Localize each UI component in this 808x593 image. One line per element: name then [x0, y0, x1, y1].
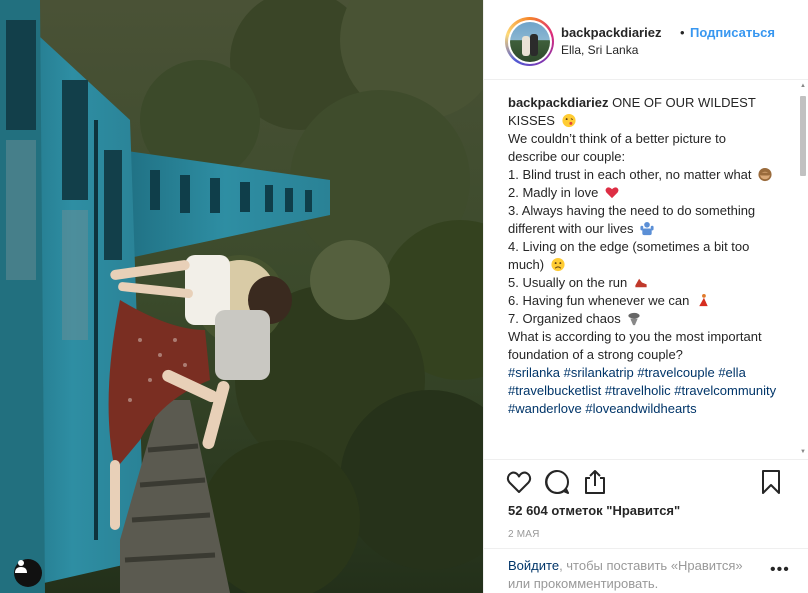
scroll-up-arrow-icon[interactable]: ▲: [800, 82, 806, 90]
avatar[interactable]: [505, 17, 554, 66]
likes-count[interactable]: 52 604 отметок "Нравится": [508, 503, 680, 518]
divider: [484, 459, 808, 460]
caption-line: 4. Living on the edge (sometimes a bit t…: [508, 238, 778, 274]
caption-line: 2. Madly in love: [508, 184, 778, 202]
hashtag-link[interactable]: #wanderlove: [508, 401, 582, 416]
username-link[interactable]: backpackdiariez: [561, 25, 661, 40]
red-heart-icon: [605, 187, 619, 199]
avatar-figure-right: [529, 33, 538, 56]
scroll-down-arrow-icon[interactable]: ▼: [800, 448, 806, 456]
hashtag-link[interactable]: #srilankatrip: [564, 365, 634, 380]
follow-button[interactable]: Подписаться: [690, 25, 775, 40]
location-link[interactable]: Ella, Sri Lanka: [561, 43, 638, 57]
dancer-icon: [699, 293, 708, 307]
login-link[interactable]: Войдите: [508, 558, 559, 573]
post-header: backpackdiariez • Подписаться Ella, Sri …: [484, 0, 808, 80]
kissing-face-icon: [562, 113, 576, 128]
hashtags: #srilanka #srilankatrip #travelcouple #e…: [508, 364, 778, 418]
tornado-cloud-icon: [628, 312, 640, 326]
hashtag-link[interactable]: #travelbucketlist: [508, 383, 601, 398]
caption-text: 2. Madly in love: [508, 185, 602, 200]
login-prompt: Войдите, чтобы поставить «Нравится» или …: [508, 557, 764, 593]
caption-line: backpackdiariez ONE OF OUR WILDEST KISSE…: [508, 94, 778, 130]
share-icon: [585, 470, 605, 494]
see-no-evil-monkey-icon: [758, 167, 772, 182]
photo-illustration: [0, 0, 483, 593]
hashtag-link[interactable]: #srilanka: [508, 365, 560, 380]
caption-text: 6. Having fun whenever we can: [508, 293, 693, 308]
tagged-users-button[interactable]: [14, 559, 42, 587]
post-date[interactable]: 2 мая: [508, 529, 540, 540]
hashtag-link[interactable]: #travelcommunity: [674, 383, 776, 398]
instagram-post-view: backpackdiariez • Подписаться Ella, Sri …: [0, 0, 808, 593]
caption-line: 1. Blind trust in each other, no matter …: [508, 166, 778, 184]
person-icon: [15, 560, 27, 573]
heart-icon: [506, 471, 532, 493]
action-bar: [504, 467, 804, 497]
caption-text: 4. Living on the edge (sometimes a bit t…: [508, 239, 750, 272]
caption-username[interactable]: backpackdiariez: [508, 95, 608, 110]
like-button[interactable]: [504, 467, 534, 497]
caption-scrollbar[interactable]: ▲ ▼: [800, 82, 806, 456]
caption-text: 7. Organized chaos: [508, 311, 625, 326]
avatar-image: [509, 21, 550, 62]
post-side-panel: backpackdiariez • Подписаться Ella, Sri …: [483, 0, 808, 593]
caption-line: 6. Having fun whenever we can: [508, 292, 778, 310]
bookmark-icon: [762, 470, 780, 494]
caption-text: 1. Blind trust in each other, no matter …: [508, 167, 756, 182]
hashtag-link[interactable]: #travelholic: [605, 383, 671, 398]
hashtag-link[interactable]: #ella: [718, 365, 745, 380]
separator-dot: •: [680, 25, 685, 40]
caption-line: We couldn’t think of a better picture to…: [508, 131, 726, 164]
comment-icon: [545, 470, 569, 494]
worried-face-icon: [551, 257, 565, 272]
caption-text: 3. Always having the need to do somethin…: [508, 203, 756, 236]
person-gesturing-icon: [640, 221, 654, 236]
avatar-border: [507, 19, 552, 64]
caption-line: What is according to you the most import…: [508, 329, 762, 362]
running-shoe-icon: [635, 278, 647, 288]
caption-text: 5. Usually on the run: [508, 275, 631, 290]
scroll-thumb[interactable]: [800, 96, 806, 176]
comment-button[interactable]: [542, 467, 572, 497]
caption-line: 5. Usually on the run: [508, 274, 778, 292]
hashtag-link[interactable]: #loveandwildhearts: [585, 401, 696, 416]
caption: backpackdiariez ONE OF OUR WILDEST KISSE…: [508, 94, 778, 456]
caption-line: 3. Always having the need to do somethin…: [508, 202, 778, 238]
hashtag-link[interactable]: #travelcouple: [637, 365, 714, 380]
more-icon[interactable]: •••: [770, 562, 790, 578]
save-button[interactable]: [756, 467, 786, 497]
divider: [484, 548, 808, 549]
avatar-figure-left: [521, 35, 530, 56]
post-photo[interactable]: [0, 0, 483, 593]
caption-line: 7. Organized chaos: [508, 310, 778, 328]
share-button[interactable]: [580, 467, 610, 497]
